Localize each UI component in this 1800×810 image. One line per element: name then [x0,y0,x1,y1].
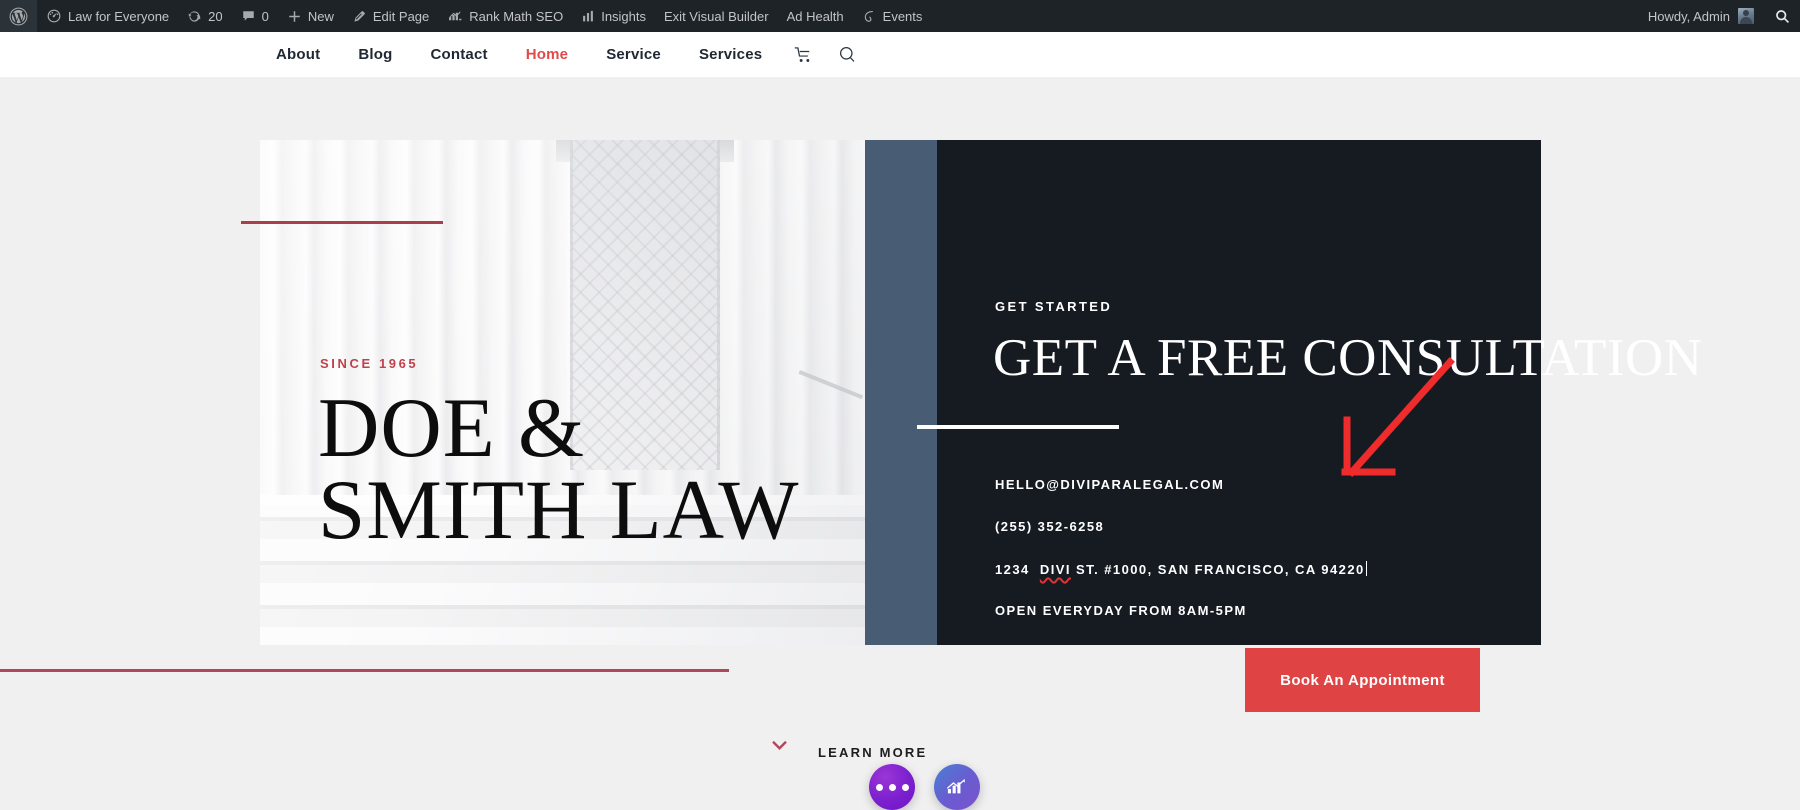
pencil-icon [352,9,367,24]
adminbar-item-site-name[interactable]: Law for Everyone [37,0,178,32]
site-primary-nav: About Blog Contact Home Service Services [0,32,1800,77]
nav-search-icon[interactable] [826,45,869,64]
panel-hours: OPEN EVERYDAY FROM 8AM-5PM [995,603,1247,618]
hero-eyebrow: SINCE 1965 [320,356,419,371]
rankmath-fab[interactable] [934,764,980,810]
adminbar-right-group: Howdy, Admin [1638,0,1800,32]
address-rest: ST. #1000, SAN FRANCISCO, CA 94220 [1070,562,1365,577]
divi-menu-icon [875,783,909,791]
dashboard-speedometer-icon [46,8,62,24]
adminbar-new-label: New [307,8,334,24]
avatar [1738,8,1754,24]
text-cursor-caret [1365,561,1367,576]
nav-item-services[interactable]: Services [680,46,781,63]
adminbar-comments-count: 0 [261,8,269,24]
learn-more-label[interactable]: LEARN MORE [818,745,927,760]
adminbar-item-updates[interactable]: 20 [178,0,231,32]
adminbar-insights-label: Insights [601,8,647,24]
panel-address[interactable]: 1234 DIVI ST. #1000, SAN FRANCISCO, CA 9… [995,561,1367,577]
adminbar-item-edit-page[interactable]: Edit Page [343,0,438,32]
panel-email[interactable]: HELLO@DIVIPARALEGAL.COM [995,477,1224,492]
leaf-icon [862,9,877,24]
nav-item-contact[interactable]: Contact [411,46,506,63]
adminbar-item-exit-visual-builder[interactable]: Exit Visual Builder [655,0,778,32]
adminbar-my-account[interactable]: Howdy, Admin [1638,0,1764,32]
address-prefix: 1234 [995,562,1030,577]
panel-white-rule [917,425,1119,429]
adminbar-howdy-label: Howdy, Admin [1647,8,1730,24]
updates-refresh-icon [187,9,202,24]
wordpress-logo-menu[interactable] [0,0,37,32]
panel-heading: GET A FREE CONSULTATION [993,329,1703,387]
hero-accent-strip [865,140,937,645]
adminbar-item-events[interactable]: Events [853,0,932,32]
nav-item-blog[interactable]: Blog [339,46,411,63]
nav-item-about[interactable]: About [257,46,339,63]
hero-firm-title: DOE & SMITH LAW [318,381,800,558]
comment-bubble-icon [241,9,256,24]
adminbar-item-new[interactable]: New [278,0,343,32]
adminbar-updates-count: 20 [208,8,223,24]
search-icon [1774,8,1791,25]
hero-top-red-rule [241,221,443,224]
adminbar-item-rank-math-seo[interactable]: Rank Math SEO [438,0,572,32]
adminbar-edit-page-label: Edit Page [372,8,430,24]
nav-item-service[interactable]: Service [587,46,680,63]
wordpress-icon [9,7,28,26]
nav-item-home[interactable]: Home [507,46,587,63]
adminbar-item-ad-health[interactable]: Ad Health [778,0,853,32]
adminbar-site-name-label: Law for Everyone [68,8,170,24]
hero-section: SINCE 1965 DOE & SMITH LAW GET STARTED G… [0,77,1800,810]
adminbar-search-button[interactable] [1764,0,1800,32]
adminbar-item-insights[interactable]: Insights [572,0,655,32]
divi-menu-fab[interactable] [869,764,915,810]
book-appointment-button[interactable]: Book An Appointment [1245,648,1480,712]
nav-links: About Blog Contact Home Service Services [257,45,869,64]
adminbar-rank-math-label: Rank Math SEO [469,8,564,24]
wp-admin-bar: Law for Everyone 20 0 New Edit Page Rank… [0,0,1800,32]
bar-chart-icon [581,9,595,24]
adminbar-item-comments[interactable]: 0 [232,0,278,32]
adminbar-events-label: Events [882,8,923,24]
panel-phone[interactable]: (255) 352-6258 [995,519,1104,534]
panel-eyebrow: GET STARTED [995,299,1113,314]
hero-bottom-red-rule [0,669,729,672]
adminbar-ad-health-label: Ad Health [786,8,844,24]
chevron-down-icon[interactable] [770,739,789,752]
adminbar-exit-visual-builder-label: Exit Visual Builder [664,8,769,24]
plus-icon [287,9,302,24]
rankmath-bars-icon [447,9,463,24]
shopping-cart-icon[interactable] [781,45,826,64]
address-misspelled-word: DIVI [1039,562,1071,577]
rankmath-icon [945,777,969,797]
